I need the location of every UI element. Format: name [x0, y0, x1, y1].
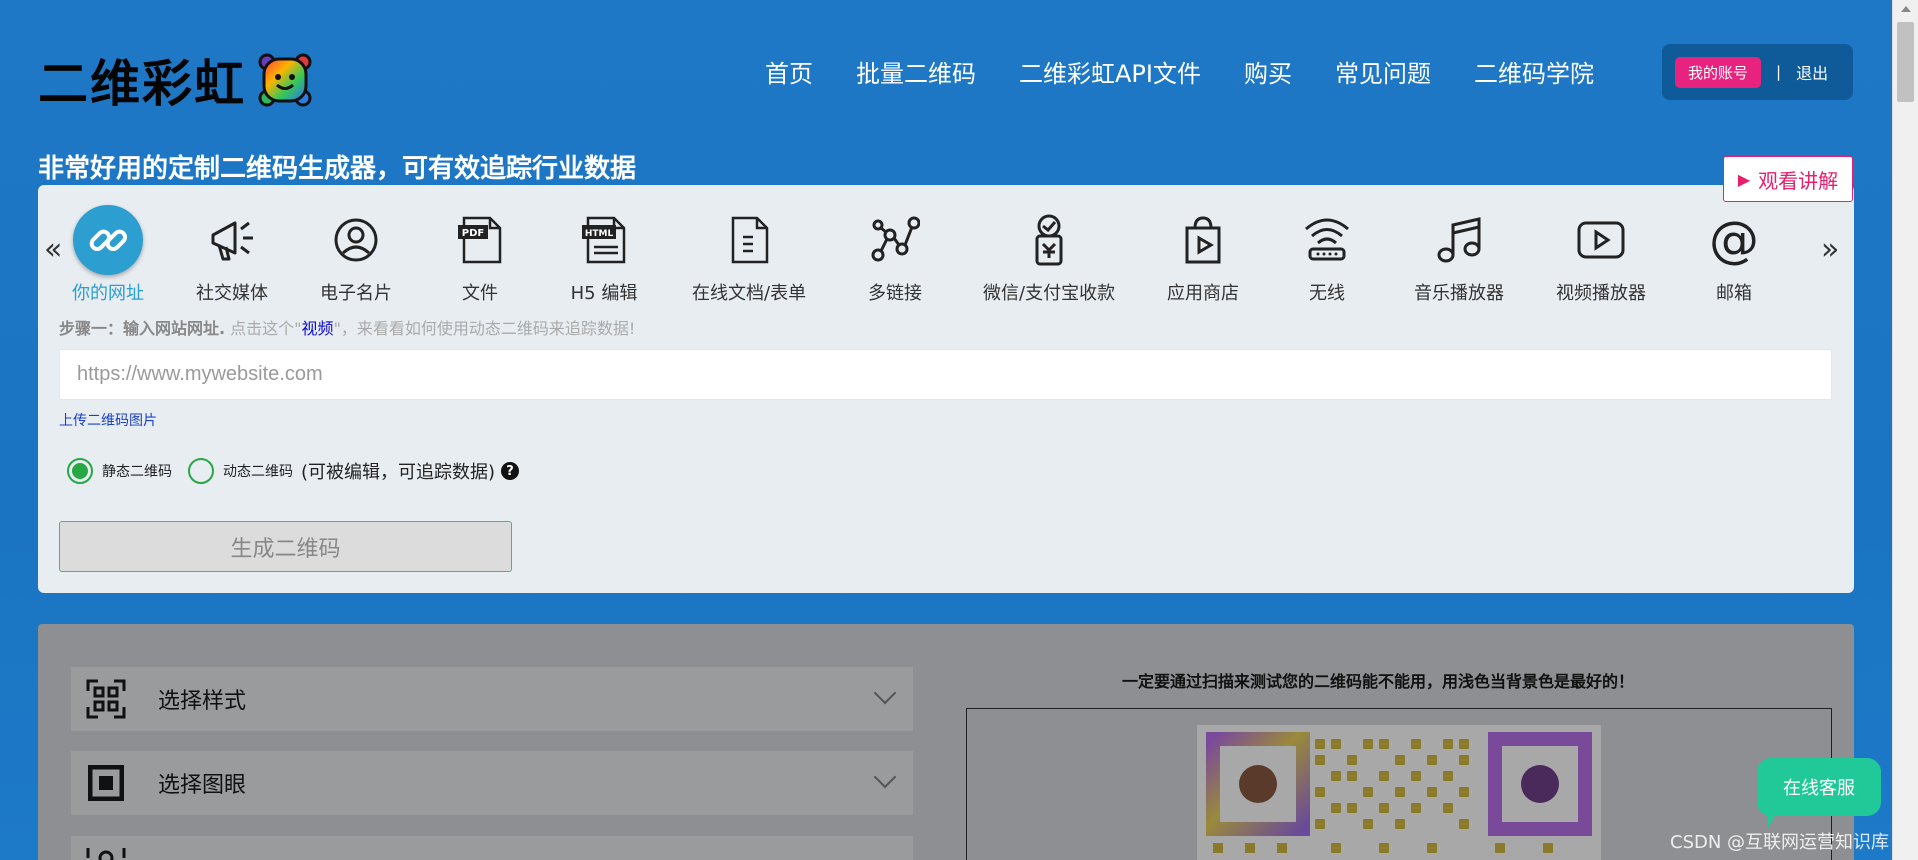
- chevron-down-icon: [873, 681, 897, 705]
- logo[interactable]: 二维彩虹: [38, 44, 312, 116]
- watch-tutorial-label: 观看讲解: [1758, 168, 1839, 193]
- logo-text: 二维彩虹: [38, 55, 246, 113]
- type-social[interactable]: 社交媒体: [196, 205, 268, 305]
- svg-text:HTML: HTML: [585, 229, 614, 239]
- dynamic-qr-note: (可被编辑，可追踪数据): [301, 462, 496, 483]
- main-nav: 首页 批量二维码 二维彩虹API文件 购买 常见问题 二维码学院: [765, 54, 1637, 89]
- select-eye-label: 选择图眼: [158, 773, 247, 798]
- type-label: 邮箱: [1716, 283, 1752, 304]
- type-label: 多链接: [868, 283, 922, 304]
- static-qr-radio[interactable]: [67, 458, 93, 484]
- wifi-icon: [1292, 205, 1362, 275]
- type-multi-link[interactable]: 多链接: [860, 205, 930, 305]
- qr-code-preview: [1197, 725, 1601, 860]
- type-label: 无线: [1309, 283, 1345, 304]
- nav-buy[interactable]: 购买: [1244, 54, 1292, 89]
- chat-bubble-tail: [1768, 810, 1778, 828]
- type-email[interactable]: @ 邮箱: [1699, 205, 1769, 305]
- document-icon: [714, 205, 784, 275]
- nav-api-docs[interactable]: 二维彩虹API文件: [1019, 54, 1201, 89]
- type-label: 视频播放器: [1556, 283, 1646, 304]
- type-h5[interactable]: HTML H5 编辑: [569, 205, 639, 305]
- select-style-label: 选择样式: [158, 689, 247, 714]
- type-url[interactable]: 你的网址: [72, 205, 144, 305]
- qr-option-icon: [86, 828, 126, 860]
- type-payment[interactable]: 微信/支付宝收款: [983, 205, 1115, 305]
- page-tagline: 非常好用的定制二维码生成器，可有效追踪行业数据: [38, 154, 637, 184]
- watermark: CSDN @互联网运营知识库: [1670, 832, 1890, 853]
- type-wifi[interactable]: 无线: [1292, 205, 1362, 305]
- user-icon: [321, 205, 391, 275]
- scroll-thumb[interactable]: [1897, 22, 1914, 102]
- svg-text:PDF: PDF: [462, 228, 484, 239]
- static-qr-label[interactable]: 静态二维码: [102, 461, 172, 481]
- qr-style-icon: [86, 679, 126, 719]
- select-eye-row[interactable]: 选择图眼: [71, 751, 913, 815]
- generate-qr-button[interactable]: 生成二维码: [59, 521, 512, 572]
- music-icon: [1424, 205, 1494, 275]
- type-app-store[interactable]: 应用商店: [1167, 205, 1239, 305]
- type-label: 文件: [462, 283, 498, 304]
- watch-tutorial-button[interactable]: ▶ 观看讲解: [1723, 156, 1853, 202]
- dynamic-qr-radio[interactable]: [188, 458, 214, 484]
- step-one-instruction: 步骤一：输入网站网址. 点击这个"视频"，来看看如何使用动态二维码来追踪数据!: [59, 315, 635, 339]
- email-icon: @: [1709, 211, 1759, 269]
- type-music[interactable]: 音乐播放器: [1414, 205, 1504, 305]
- qr-eye-icon: [86, 763, 126, 803]
- scan-test-note: 一定要通过扫描来测试您的二维码能不能用，用浅色当背景色是最好的！: [1122, 672, 1635, 691]
- type-label: 社交媒体: [196, 283, 268, 304]
- type-label: 你的网址: [72, 283, 144, 304]
- nav-faq[interactable]: 常见问题: [1335, 54, 1431, 89]
- network-icon: [860, 205, 930, 275]
- pdf-icon: PDF: [445, 205, 515, 275]
- type-vcard[interactable]: 电子名片: [320, 205, 392, 305]
- select-style-row[interactable]: 选择样式: [71, 667, 913, 731]
- chevron-down-icon: [873, 765, 897, 789]
- type-label: 音乐播放器: [1414, 283, 1504, 304]
- app-store-icon: [1168, 205, 1238, 275]
- nav-home[interactable]: 首页: [765, 54, 813, 89]
- type-label: 电子名片: [320, 283, 392, 304]
- upload-qr-image-link[interactable]: 上传二维码图片: [59, 410, 157, 430]
- megaphone-icon: [197, 205, 267, 275]
- type-label: H5 编辑: [570, 283, 638, 304]
- type-label: 应用商店: [1167, 283, 1239, 304]
- step-text-2: "，来看看如何使用动态二维码来追踪数据!: [333, 319, 636, 338]
- video-icon: [1566, 205, 1636, 275]
- help-icon[interactable]: ?: [501, 462, 520, 480]
- qr-type-carousel: 你的网址 社交媒体 电子名片 PDF 文件 HTML H5 编辑 在线文档/表单: [0, 205, 1918, 305]
- nav-batch-qr[interactable]: 批量二维码: [856, 54, 976, 89]
- logout-link[interactable]: 退出: [1796, 60, 1828, 84]
- rainbow-bear-logo-icon: [258, 53, 312, 107]
- type-video[interactable]: 视频播放器: [1556, 205, 1646, 305]
- link-icon: [73, 205, 143, 275]
- next-option-row[interactable]: [71, 836, 913, 860]
- type-label: 微信/支付宝收款: [983, 283, 1116, 304]
- step-text-1: 点击这个": [225, 319, 302, 338]
- account-box: 我的账号 | 退出: [1662, 44, 1853, 100]
- online-support-button[interactable]: 在线客服: [1757, 758, 1881, 816]
- qr-type-radio-group: 静态二维码 动态二维码 (可被编辑，可追踪数据) ?: [67, 458, 520, 484]
- type-online-doc[interactable]: 在线文档/表单: [692, 205, 806, 305]
- account-separator: |: [1776, 63, 1782, 81]
- video-link[interactable]: 视频: [302, 319, 334, 338]
- my-account-button[interactable]: 我的账号: [1675, 56, 1762, 88]
- nav-academy[interactable]: 二维码学院: [1474, 54, 1594, 89]
- scroll-up-arrow-icon[interactable]: [1901, 6, 1911, 12]
- dynamic-qr-label[interactable]: 动态二维码: [223, 461, 293, 481]
- play-icon: ▶: [1737, 169, 1751, 189]
- step-prefix: 步骤一：输入网站网址.: [59, 319, 226, 338]
- type-file[interactable]: PDF 文件: [445, 205, 515, 305]
- type-label: 在线文档/表单: [692, 283, 807, 304]
- html-icon: HTML: [569, 205, 639, 275]
- payment-icon: [1014, 205, 1084, 275]
- url-input[interactable]: [59, 349, 1832, 400]
- vertical-scrollbar[interactable]: [1892, 0, 1918, 860]
